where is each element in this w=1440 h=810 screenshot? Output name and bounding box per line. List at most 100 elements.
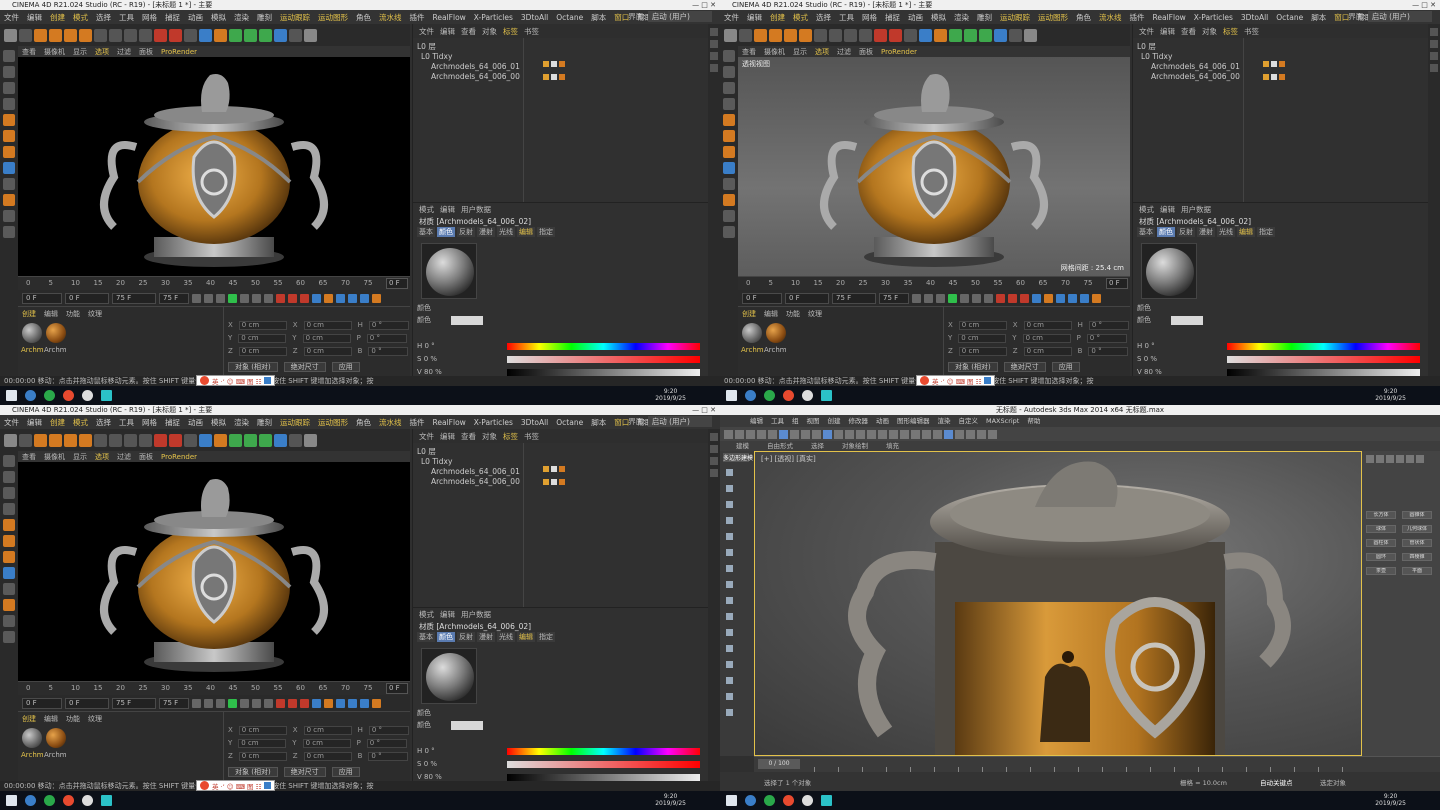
value-slider[interactable]: V 80 % (1137, 368, 1427, 378)
tree-item[interactable]: Archmodels_64_006_00 (417, 477, 520, 487)
timeline-window-icon[interactable] (1092, 293, 1101, 303)
pos-x-field[interactable]: 0 cm (238, 321, 287, 330)
chrome-icon[interactable] (63, 390, 74, 401)
tree-item[interactable]: L0 层 (417, 447, 520, 457)
vp-menu-options[interactable]: 选项 (815, 47, 829, 57)
keyframe-selection-icon[interactable] (300, 698, 309, 708)
cinema4d-taskbar-icon[interactable] (821, 390, 832, 401)
menu-tools[interactable]: 工具 (771, 415, 784, 427)
app-icon[interactable] (802, 390, 813, 401)
floor-icon[interactable] (274, 433, 287, 447)
value-slider[interactable]: V 80 % (417, 773, 707, 783)
om-menu-file[interactable]: 文件 (419, 26, 434, 37)
layer-icon[interactable] (933, 429, 942, 439)
mat-menu-edit[interactable]: 编辑 (44, 309, 58, 319)
material-tag-icon[interactable] (1279, 74, 1285, 80)
menu-edit[interactable]: 编辑 (27, 12, 42, 23)
tool-icon[interactable] (726, 629, 733, 636)
phong-tag-icon[interactable] (543, 74, 549, 80)
min-frame-field[interactable]: 0 F (65, 697, 109, 709)
pen-icon[interactable] (214, 433, 227, 447)
menu-octane[interactable]: Octane (1276, 13, 1303, 22)
vp-menu-camera[interactable]: 摄像机 (44, 47, 65, 57)
tab-basic[interactable]: 基本 (417, 632, 435, 642)
om-menu-edit[interactable]: 编辑 (440, 431, 455, 442)
om-menu-view[interactable]: 查看 (461, 431, 476, 442)
workplane-icon[interactable] (723, 98, 735, 110)
utilities-tab-icon[interactable] (1416, 455, 1424, 463)
apply-button[interactable]: 应用 (331, 767, 360, 777)
tab-color[interactable]: 颜色 (1157, 227, 1175, 237)
menu-file[interactable]: 文件 (724, 12, 739, 23)
y-axis-icon[interactable] (829, 28, 842, 42)
pos-x-field[interactable]: 0 cm (238, 726, 287, 735)
vp-menu-prorender[interactable]: ProRender (881, 48, 917, 56)
tree-item[interactable]: L0 层 (1137, 42, 1240, 52)
tree-item[interactable]: Archmodels_64_006_00 (417, 72, 520, 82)
tool-icon[interactable] (726, 613, 733, 620)
menu-render[interactable]: 渲染 (234, 12, 249, 23)
hue-value[interactable]: 0 ° (425, 747, 435, 755)
vp-menu-filter[interactable]: 过滤 (837, 47, 851, 57)
time-slider[interactable]: 0 / 100 (754, 756, 1440, 772)
menu-octane[interactable]: Octane (556, 13, 583, 22)
menu-motion-tracking[interactable]: 运动跟踪 (1000, 12, 1030, 23)
coord-mode-dropdown[interactable]: 对象 (相对) (948, 362, 998, 372)
app-icon[interactable] (82, 390, 93, 401)
key-position-icon[interactable] (312, 698, 321, 708)
pos-z-field[interactable]: 0 cm (238, 752, 287, 761)
menu-mograph[interactable]: 运动图形 (1038, 12, 1068, 23)
vp-menu-view[interactable]: 查看 (22, 452, 36, 462)
value-value[interactable]: 80 % (424, 773, 442, 781)
system-clock[interactable]: 9:20 2019/9/25 (1375, 388, 1406, 402)
windows-start-icon[interactable] (6, 390, 17, 401)
size-x-field[interactable]: 0 cm (1023, 321, 1072, 330)
prev-frame-icon[interactable] (216, 698, 225, 708)
menu-character[interactable]: 角色 (1076, 12, 1091, 23)
layout-selector[interactable]: 界面: 启动 (用户) (1348, 11, 1436, 22)
material-swatch[interactable] (742, 323, 762, 343)
window-controls[interactable]: — □ ✕ (692, 405, 716, 415)
size-x-field[interactable]: 0 cm (303, 726, 352, 735)
coord-system-icon[interactable] (139, 433, 152, 447)
prev-frame-icon[interactable] (216, 293, 225, 303)
menu-simulate[interactable]: 模拟 (211, 12, 226, 23)
model-mode-icon[interactable] (3, 471, 15, 483)
key-pla-icon[interactable] (360, 698, 369, 708)
menu-group[interactable]: 组 (792, 415, 799, 427)
render-view-icon[interactable] (874, 28, 887, 42)
menu-rendering[interactable]: 渲染 (938, 415, 951, 427)
next-key-icon[interactable] (252, 698, 261, 708)
move-icon[interactable] (34, 28, 47, 42)
create-tab-icon[interactable] (1366, 455, 1374, 463)
pos-y-field[interactable]: 0 cm (238, 334, 287, 343)
create-teapot-button[interactable]: 茶壶 (1366, 567, 1396, 575)
vp-menu-options[interactable]: 选项 (95, 47, 109, 57)
cube-icon[interactable] (199, 28, 212, 42)
current-frame-field[interactable]: 0 F (386, 683, 408, 694)
am-menu-edit[interactable]: 编辑 (1160, 204, 1175, 215)
create-cylinder-button[interactable]: 圆柱体 (1366, 539, 1396, 547)
menu-sculpt[interactable]: 雕刻 (257, 12, 272, 23)
key-rotation-icon[interactable] (336, 293, 345, 303)
workplane-icon[interactable] (3, 503, 15, 515)
timeline-ruler[interactable]: 0 5 10 15 20 25 30 35 40 45 50 55 60 65 70 75 0 F (738, 276, 1130, 290)
coord-mode-dropdown[interactable]: 对象 (相对) (228, 767, 278, 777)
phong-tag-icon[interactable] (1263, 74, 1269, 80)
make-editable-icon[interactable] (3, 50, 15, 62)
phong-tag-icon[interactable] (543, 466, 549, 472)
size-y-field[interactable]: 0 cm (302, 334, 351, 343)
mat-menu-function[interactable]: 功能 (786, 309, 800, 319)
key-position-icon[interactable] (312, 293, 321, 303)
om-menu-tags[interactable]: 标签 (503, 26, 518, 37)
texture-tag-icon[interactable] (1271, 61, 1277, 67)
saturation-value[interactable]: 0 % (1144, 355, 1157, 363)
edges-mode-icon[interactable] (3, 535, 15, 547)
min-frame-field[interactable]: 0 F (785, 292, 829, 304)
tool-icon[interactable] (726, 549, 733, 556)
strip-tab[interactable] (1430, 28, 1438, 36)
saturation-slider[interactable]: S 0 % (417, 760, 707, 770)
strip-tab[interactable] (710, 469, 718, 477)
tool-icon[interactable] (726, 517, 733, 524)
menu-select[interactable]: 选择 (816, 12, 831, 23)
